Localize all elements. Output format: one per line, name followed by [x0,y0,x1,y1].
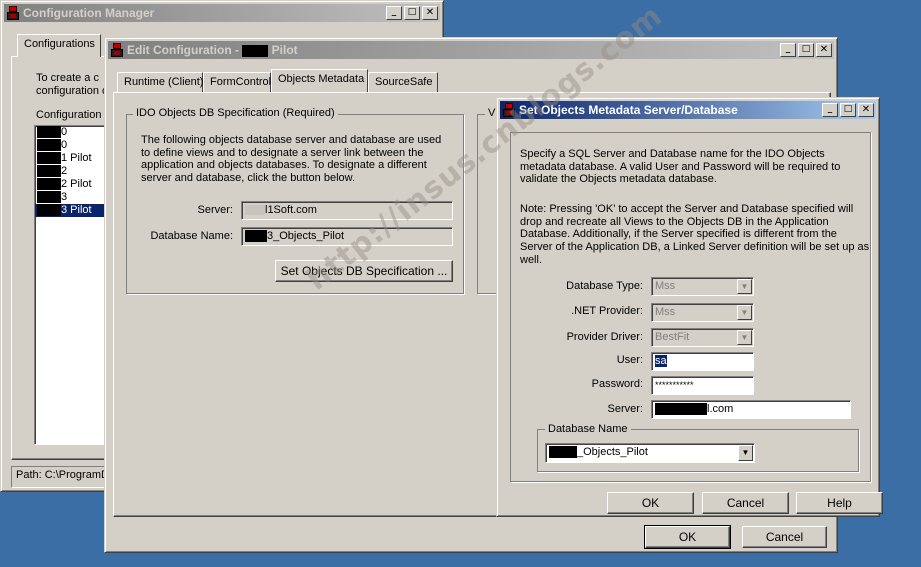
list-item[interactable]: 3 Pilot [35,204,113,217]
server-field: l1Soft.com [241,201,453,220]
database-name-group-title: Database Name [545,423,631,435]
set-objects-metadata-dialog: Set Objects Metadata Server/Database _ □… [496,97,883,517]
configuration-list[interactable]: 001 Pilot 2 2 Pilot 3 3 Pilot [34,125,114,445]
app-logo-icon [7,6,19,20]
maximize-button[interactable]: □ [840,103,856,117]
window-title: Edit Configuration - Pilot [127,43,298,57]
cancel-button[interactable]: Cancel [702,492,789,514]
redacted-block [37,191,61,204]
configuration-list-label: Configuration N [36,109,113,121]
redacted-block [37,165,61,178]
close-button[interactable]: ✕ [858,103,874,117]
redacted-block [655,403,707,416]
server-label: Server: [607,403,643,415]
list-item-label: 0 [61,139,68,151]
database-name-label: Database Name: [150,230,233,242]
list-item-label: 3 [61,191,68,203]
chevron-down-icon[interactable]: ▼ [738,445,753,461]
ido-objects-db-group-title: IDO Objects DB Specification (Required) [133,107,338,119]
note-paragraph: Note: Pressing 'OK' to accept the Server… [520,203,870,266]
list-item[interactable]: 0 [35,139,113,152]
maximize-button[interactable]: □ [798,43,814,57]
list-item[interactable]: 3 [35,191,113,204]
redacted-block [245,205,265,216]
list-item-label: 1 Pilot [61,152,92,164]
redacted-block [37,126,61,139]
list-item-label: 3 Pilot [61,204,92,216]
minimize-button[interactable]: _ [822,103,838,117]
edit-configuration-titlebar[interactable]: Edit Configuration - Pilot _ □ ✕ [108,41,834,59]
redacted-block [245,230,267,243]
list-item-label: 0 [61,126,68,138]
list-item[interactable]: 2 [35,165,113,178]
chevron-down-icon: ▼ [737,330,752,345]
database-name-field: 3_Objects_Pilot [241,227,453,246]
window-title: Configuration Manager [23,6,155,20]
server-input[interactable]: l.com [651,400,851,419]
db-spec-description: The following objects database server an… [141,134,442,185]
list-item-label: 2 Pilot [61,178,92,190]
intro-text-line2: configuration c [36,85,108,97]
database-type-label: Database Type: [566,280,643,292]
chevron-down-icon: ▼ [737,279,752,294]
tab-formcontrol[interactable]: FormControl [203,72,271,92]
ok-button[interactable]: OK [644,525,731,549]
redacted-block [37,152,61,165]
provider-driver-select: BestFit ▼ [651,328,754,347]
chevron-down-icon: ▼ [737,305,752,320]
tab-configurations[interactable]: Configurations [17,34,101,57]
maximize-button[interactable]: □ [404,6,420,20]
redacted-block [37,178,61,191]
app-logo-icon [503,103,515,117]
redacted-block [37,204,61,217]
set-objects-db-spec-button[interactable]: Set Objects DB Specification ... [275,260,453,282]
database-type-select: Mss ▼ [651,277,754,296]
redacted-block [549,446,577,459]
list-item[interactable]: 0 [35,126,113,139]
help-button[interactable]: Help [796,492,883,514]
redacted-block [37,139,61,152]
path-status-bar: Path: C:\ProgramD [11,466,111,488]
tab-objects-metadata[interactable]: Objects Metadata [271,69,368,92]
tab-sourcesafe[interactable]: SourceSafe [368,72,438,92]
window-title: Set Objects Metadata Server/Database [519,103,738,117]
provider-driver-label: Provider Driver: [566,331,643,343]
redacted-block [242,44,269,57]
close-button[interactable]: ✕ [422,6,438,20]
minimize-button[interactable]: _ [780,43,796,57]
user-input[interactable]: sa [651,352,754,371]
list-item[interactable]: 1 Pilot [35,152,113,165]
list-item[interactable]: 2 Pilot [35,178,113,191]
instruction-paragraph: Specify a SQL Server and Database name f… [520,148,841,186]
database-name-select[interactable]: _Objects_Pilot ▼ [545,443,755,463]
user-label: User: [616,354,643,366]
app-logo-icon [111,43,123,57]
cancel-button[interactable]: Cancel [742,526,827,548]
minimize-button[interactable]: _ [386,6,402,20]
configuration-manager-titlebar[interactable]: Configuration Manager _ □ ✕ [4,4,440,22]
close-button[interactable]: ✕ [816,43,832,57]
list-item-label: 2 [61,165,68,177]
net-provider-label: .NET Provider: [571,305,643,317]
path-status-text: Path: C:\ProgramD [16,469,109,481]
password-label: Password: [591,378,643,390]
ok-button[interactable]: OK [607,492,694,514]
tab-runtime-client[interactable]: Runtime (Client) [117,72,203,92]
intro-text-line1: To create a c [36,72,99,84]
password-input[interactable]: *********** [651,376,754,395]
set-metadata-titlebar[interactable]: Set Objects Metadata Server/Database _ □… [500,101,876,119]
net-provider-select: Mss ▼ [651,303,754,322]
server-label: Server: [197,204,233,216]
